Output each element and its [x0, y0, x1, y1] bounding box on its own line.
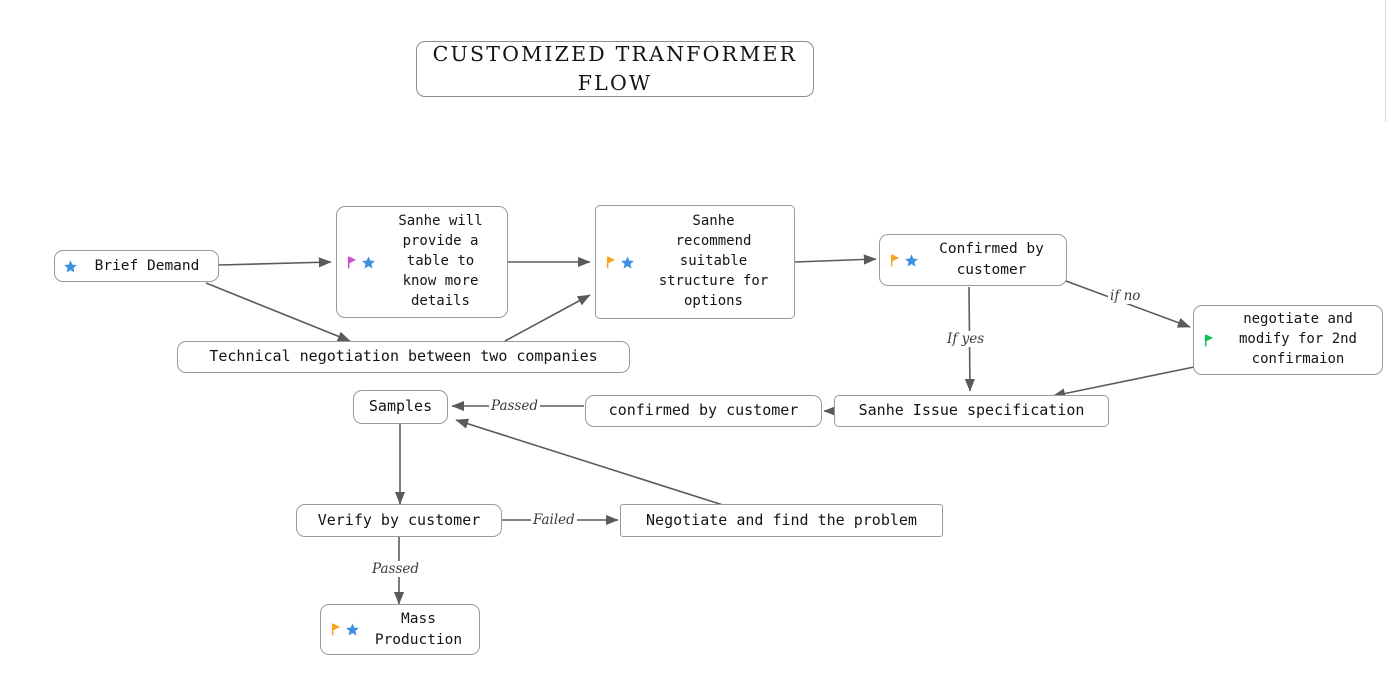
star-blue-icon — [621, 255, 634, 268]
node-label: Sanhe Issue specification — [858, 401, 1085, 420]
star-blue-icon — [905, 253, 918, 266]
node-confirmed-by-customer-1[interactable]: Confirmed by customer — [879, 234, 1067, 286]
node-icons — [888, 253, 919, 268]
node-sanhe-recommend[interactable]: Sanhe recommend suitable structure for o… — [595, 205, 795, 319]
node-label: Brief Demand — [94, 257, 200, 274]
edge-label-passed-1: Passed — [489, 398, 541, 414]
vertical-scrollbar[interactable] — [1384, 0, 1386, 122]
diagram-title: CUSTOMIZED TRANFORMER FLOW — [416, 41, 814, 97]
star-blue-icon — [64, 259, 77, 272]
edge-negotiate-find-problem-to-samples — [455, 418, 724, 506]
node-label: Confirmed by customer — [939, 241, 1044, 278]
diagram-title-text: CUSTOMIZED TRANFORMER FLOW — [432, 41, 798, 95]
star-blue-icon — [362, 255, 375, 268]
node-mass-production[interactable]: Mass Production — [320, 604, 480, 655]
node-label: Technical negotiation between two compan… — [209, 347, 598, 366]
node-icons — [1202, 333, 1216, 348]
edge-technical-negotiation-to-sanhe-recommend — [504, 294, 591, 342]
node-label: Verify by customer — [317, 510, 481, 529]
node-confirmed-by-customer-2[interactable]: confirmed by customer — [585, 395, 822, 427]
node-sanhe-issue-specification[interactable]: Sanhe Issue specification — [834, 395, 1109, 427]
node-label: confirmed by customer — [608, 401, 799, 420]
node-technical-negotiation[interactable]: Technical negotiation between two compan… — [177, 341, 630, 373]
node-samples[interactable]: Samples — [353, 390, 448, 424]
flowchart-canvas: CUSTOMIZED TRANFORMER FLOW Brief Demand … — [0, 0, 1394, 688]
edge-brief-demand-to-sanhe-table — [218, 257, 332, 268]
flag-orange-icon — [606, 256, 616, 268]
node-icons — [345, 255, 376, 270]
star-blue-icon — [346, 623, 359, 636]
node-verify-by-customer[interactable]: Verify by customer — [296, 504, 502, 537]
edge-sanhe-recommend-to-confirmed-by-customer — [794, 254, 877, 265]
edge-label-failed: Failed — [531, 512, 577, 528]
node-sanhe-will-provide-table[interactable]: Sanhe will provide a table to know more … — [336, 206, 508, 318]
node-icons — [63, 259, 78, 274]
node-icons — [604, 255, 635, 270]
edge-label-if-no: if no — [1108, 288, 1143, 304]
node-negotiate-and-modify[interactable]: negotiate and modify for 2nd confirmaion — [1193, 305, 1383, 375]
edge-label-passed-2: Passed — [370, 561, 422, 577]
edge-brief-demand-to-technical-negotiation — [205, 282, 351, 342]
flag-orange-icon — [331, 623, 341, 636]
edge-negotiate-modify-to-sanhe-issue-spec — [1052, 366, 1195, 399]
node-label: Sanhe will provide a table to know more … — [398, 213, 483, 309]
node-label: Negotiate and find the problem — [646, 510, 917, 529]
node-icons — [329, 622, 360, 637]
node-label: Sanhe recommend suitable structure for o… — [658, 213, 769, 309]
node-brief-demand[interactable]: Brief Demand — [54, 250, 219, 282]
flag-green-icon — [1204, 334, 1214, 346]
node-label: Mass Production — [374, 610, 463, 648]
edge-label-if-yes: If yes — [945, 331, 987, 347]
node-label: negotiate and modify for 2nd confirmaion — [1238, 311, 1357, 367]
node-label: Samples — [368, 397, 433, 416]
flag-orange-icon — [890, 254, 900, 266]
flag-magenta-icon — [347, 256, 357, 268]
node-negotiate-and-find-the-problem[interactable]: Negotiate and find the problem — [620, 504, 943, 537]
